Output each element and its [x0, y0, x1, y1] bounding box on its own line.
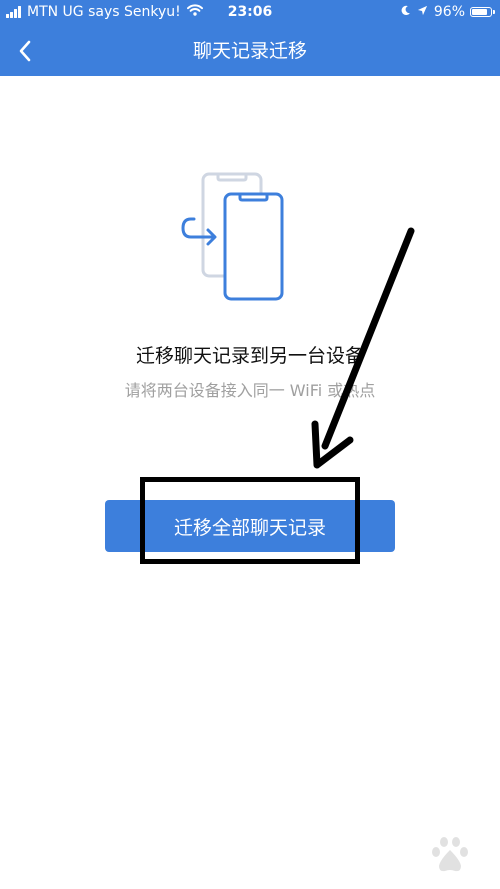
migrate-all-button[interactable]: 迁移全部聊天记录	[105, 500, 395, 552]
status-right: 96%	[400, 4, 495, 20]
moon-icon	[400, 4, 411, 20]
page-title: 聊天记录迁移	[192, 40, 307, 62]
battery-percent: 96%	[433, 4, 465, 20]
status-bar: MTN UG says Senkyu! 23:06 96%	[0, 0, 500, 26]
battery-icon	[470, 7, 495, 17]
signal-icon	[6, 6, 22, 18]
chevron-left-icon	[19, 40, 31, 62]
status-left: MTN UG says Senkyu!	[6, 4, 203, 20]
baidu-paw-watermark-icon	[410, 832, 490, 882]
wifi-icon	[186, 4, 203, 20]
nav-bar: 聊天记录迁移	[0, 26, 500, 76]
back-button[interactable]	[8, 34, 42, 68]
migration-subtitle: 请将两台设备接入同一 WiFi 或热点	[124, 381, 376, 400]
carrier-name: MTN UG says Senkyu!	[27, 4, 181, 20]
battery-fill	[472, 9, 487, 15]
annotation-arrow	[311, 227, 415, 469]
location-arrow-icon	[417, 4, 428, 20]
phone-transfer-icon	[170, 165, 300, 305]
migration-title: 迁移聊天记录到另一台设备	[135, 345, 364, 367]
